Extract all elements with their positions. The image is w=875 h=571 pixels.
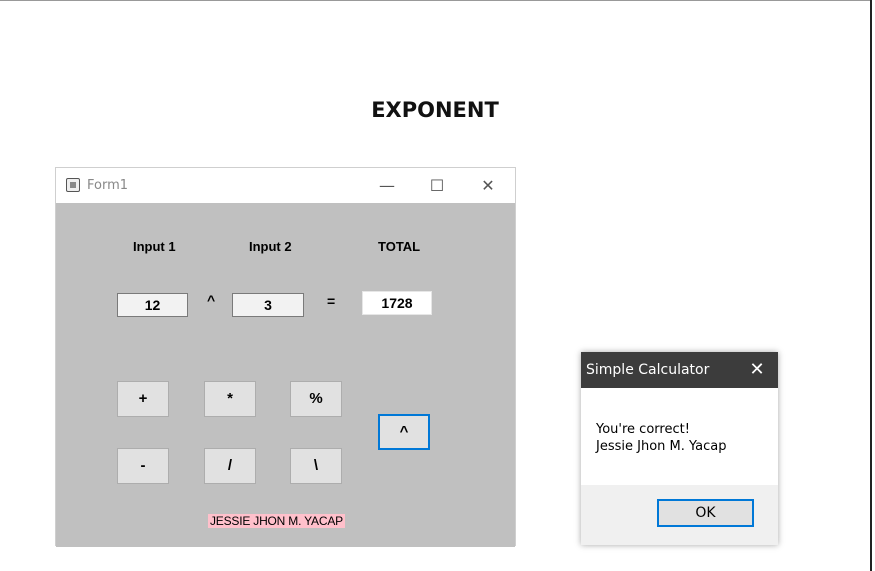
operator-symbol: ^ (207, 292, 216, 308)
form1-window: Form1 — ☐ ✕ Input 1 Input 2 TOTAL 12 ^ 3… (55, 167, 516, 547)
messagebox-line2: Jessie Jhon M. Yacap (596, 439, 727, 454)
int-divide-button[interactable]: \ (290, 448, 342, 484)
input1-label: Input 1 (133, 239, 176, 254)
input1-field[interactable]: 12 (117, 293, 188, 317)
subtract-button[interactable]: - (117, 448, 169, 484)
add-button[interactable]: + (117, 381, 169, 417)
messagebox-title: Simple Calculator (586, 362, 710, 378)
page-top-border (0, 0, 872, 1)
form-app-icon (66, 178, 80, 192)
maximize-icon[interactable]: ☐ (417, 172, 457, 200)
simple-calculator-messagebox: Simple Calculator ✕ You're correct! Jess… (581, 352, 778, 545)
messagebox-line1: You're correct! (596, 422, 690, 437)
input2-label: Input 2 (249, 239, 292, 254)
power-button[interactable]: ^ (378, 414, 430, 450)
page-right-border (870, 0, 872, 571)
messagebox-footer: OK (581, 485, 778, 545)
modulo-button[interactable]: % (290, 381, 342, 417)
total-label: TOTAL (378, 239, 421, 254)
form1-title: Form1 (87, 178, 129, 193)
author-label: JESSIE JHON M. YACAP (208, 514, 345, 528)
ok-button[interactable]: OK (657, 499, 754, 527)
multiply-button[interactable]: * (204, 381, 256, 417)
messagebox-close-icon[interactable]: ✕ (744, 358, 770, 382)
total-field[interactable]: 1728 (362, 291, 432, 315)
minimize-icon[interactable]: — (367, 172, 407, 200)
close-icon[interactable]: ✕ (468, 172, 508, 200)
equals-symbol: = (327, 293, 336, 309)
messagebox-titlebar[interactable]: Simple Calculator ✕ (581, 352, 778, 388)
form1-client-area: Input 1 Input 2 TOTAL 12 ^ 3 = 1728 + * … (56, 203, 515, 547)
form1-titlebar[interactable]: Form1 — ☐ ✕ (56, 168, 515, 203)
divide-button[interactable]: / (204, 448, 256, 484)
document-heading: EXPONENT (371, 98, 499, 122)
messagebox-body: You're correct! Jessie Jhon M. Yacap (581, 388, 778, 485)
input2-field[interactable]: 3 (232, 293, 304, 317)
